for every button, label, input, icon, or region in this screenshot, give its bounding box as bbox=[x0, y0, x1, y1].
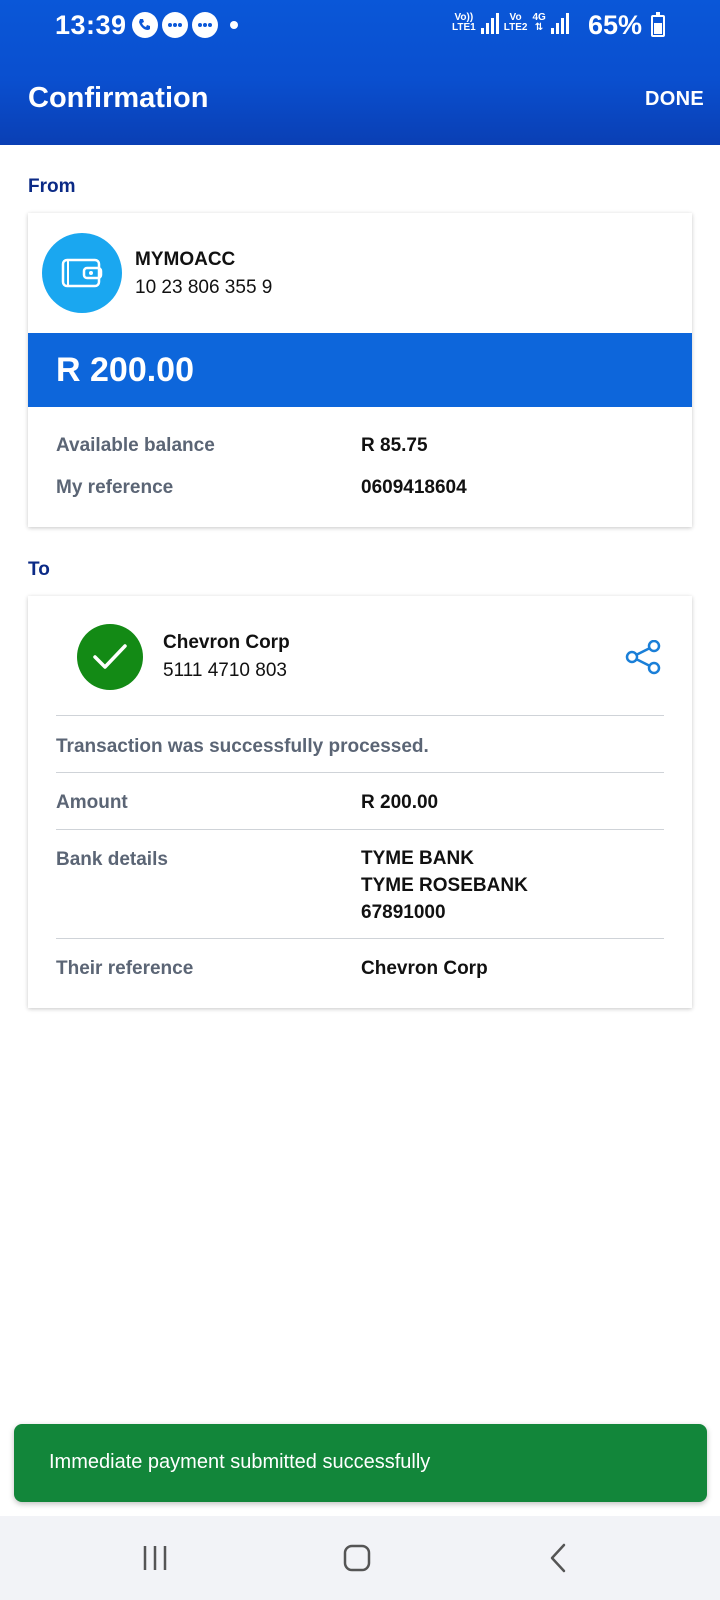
status-time: 13:39 bbox=[55, 10, 127, 40]
system-nav-bar bbox=[0, 1516, 720, 1600]
account-number: 10 23 806 355 9 bbox=[135, 277, 273, 298]
their-reference-label: Their reference bbox=[56, 958, 194, 979]
bank-branch-code: 67891000 bbox=[361, 902, 446, 923]
amount-value: R 200.00 bbox=[361, 792, 439, 813]
battery-percentage: 65% bbox=[588, 10, 643, 40]
snackbar-message: Immediate payment submitted successfully bbox=[49, 1451, 431, 1473]
data-arrows-icon: ⇅ bbox=[534, 22, 544, 33]
app-header: 13:39 Vo)) LTE1 Vo LTE2 4G ⇅ 65% Confirm… bbox=[0, 0, 720, 145]
page-title: Confirmation bbox=[28, 82, 209, 114]
done-button[interactable]: DONE bbox=[645, 88, 704, 111]
my-reference-label: My reference bbox=[56, 477, 174, 498]
bank-details-label: Bank details bbox=[56, 849, 168, 870]
success-snackbar: Immediate payment submitted successfully bbox=[14, 1424, 707, 1502]
home-icon[interactable] bbox=[337, 1538, 377, 1578]
network-type: 4G ⇅ bbox=[532, 13, 545, 33]
my-reference-value: 0609418604 bbox=[361, 477, 467, 498]
notification-icons bbox=[132, 12, 238, 38]
to-recipient-card: Chevron Corp 5111 4710 803 Transaction w… bbox=[28, 596, 692, 1008]
their-reference-value: Chevron Corp bbox=[361, 958, 488, 979]
back-icon[interactable] bbox=[538, 1538, 578, 1578]
divider bbox=[56, 715, 664, 716]
more-notifications-dot-icon bbox=[230, 21, 238, 29]
chat-icon bbox=[192, 12, 218, 38]
account-name: MYMOACC bbox=[135, 249, 236, 270]
recipient-number: 5111 4710 803 bbox=[163, 660, 287, 681]
transaction-status-message: Transaction was successfully processed. bbox=[56, 736, 429, 757]
signal-bars-sim2-icon bbox=[550, 12, 569, 34]
amount-band: R 200.00 bbox=[28, 333, 692, 407]
bank-details-value: TYME BANK TYME ROSEBANK 67891000 bbox=[361, 845, 528, 926]
share-icon[interactable] bbox=[624, 639, 664, 676]
recipient-name: Chevron Corp bbox=[163, 632, 290, 653]
bank-name: TYME BANK bbox=[361, 848, 474, 869]
divider bbox=[56, 829, 664, 830]
check-circle-icon bbox=[77, 624, 143, 690]
recents-icon[interactable] bbox=[135, 1538, 175, 1578]
sim1-label-bottom: LTE1 bbox=[452, 22, 476, 33]
payment-amount: R 200.00 bbox=[56, 351, 194, 389]
status-bar: 13:39 Vo)) LTE1 Vo LTE2 4G ⇅ 65% bbox=[0, 0, 720, 52]
bank-branch: TYME ROSEBANK bbox=[361, 875, 528, 896]
amount-label: Amount bbox=[56, 792, 128, 813]
available-balance-label: Available balance bbox=[56, 435, 215, 456]
network-indicators: Vo)) LTE1 Vo LTE2 4G ⇅ bbox=[452, 12, 569, 34]
messages-icon bbox=[162, 12, 188, 38]
from-section-label: From bbox=[28, 176, 76, 197]
sim2-label-bottom: LTE2 bbox=[503, 22, 528, 33]
divider bbox=[56, 938, 664, 939]
divider bbox=[56, 772, 664, 773]
from-account-card: MYMOACC 10 23 806 355 9 R 200.00 Availab… bbox=[28, 213, 692, 527]
battery-icon bbox=[651, 12, 665, 37]
wallet-icon bbox=[42, 233, 122, 313]
to-section-label: To bbox=[28, 559, 50, 580]
phone-notification-icon bbox=[132, 12, 158, 38]
available-balance-value: R 85.75 bbox=[361, 435, 428, 456]
sim2-label: Vo LTE2 bbox=[504, 13, 528, 33]
sim1-label: Vo)) LTE1 bbox=[452, 13, 476, 33]
signal-bars-sim1-icon bbox=[480, 12, 499, 34]
